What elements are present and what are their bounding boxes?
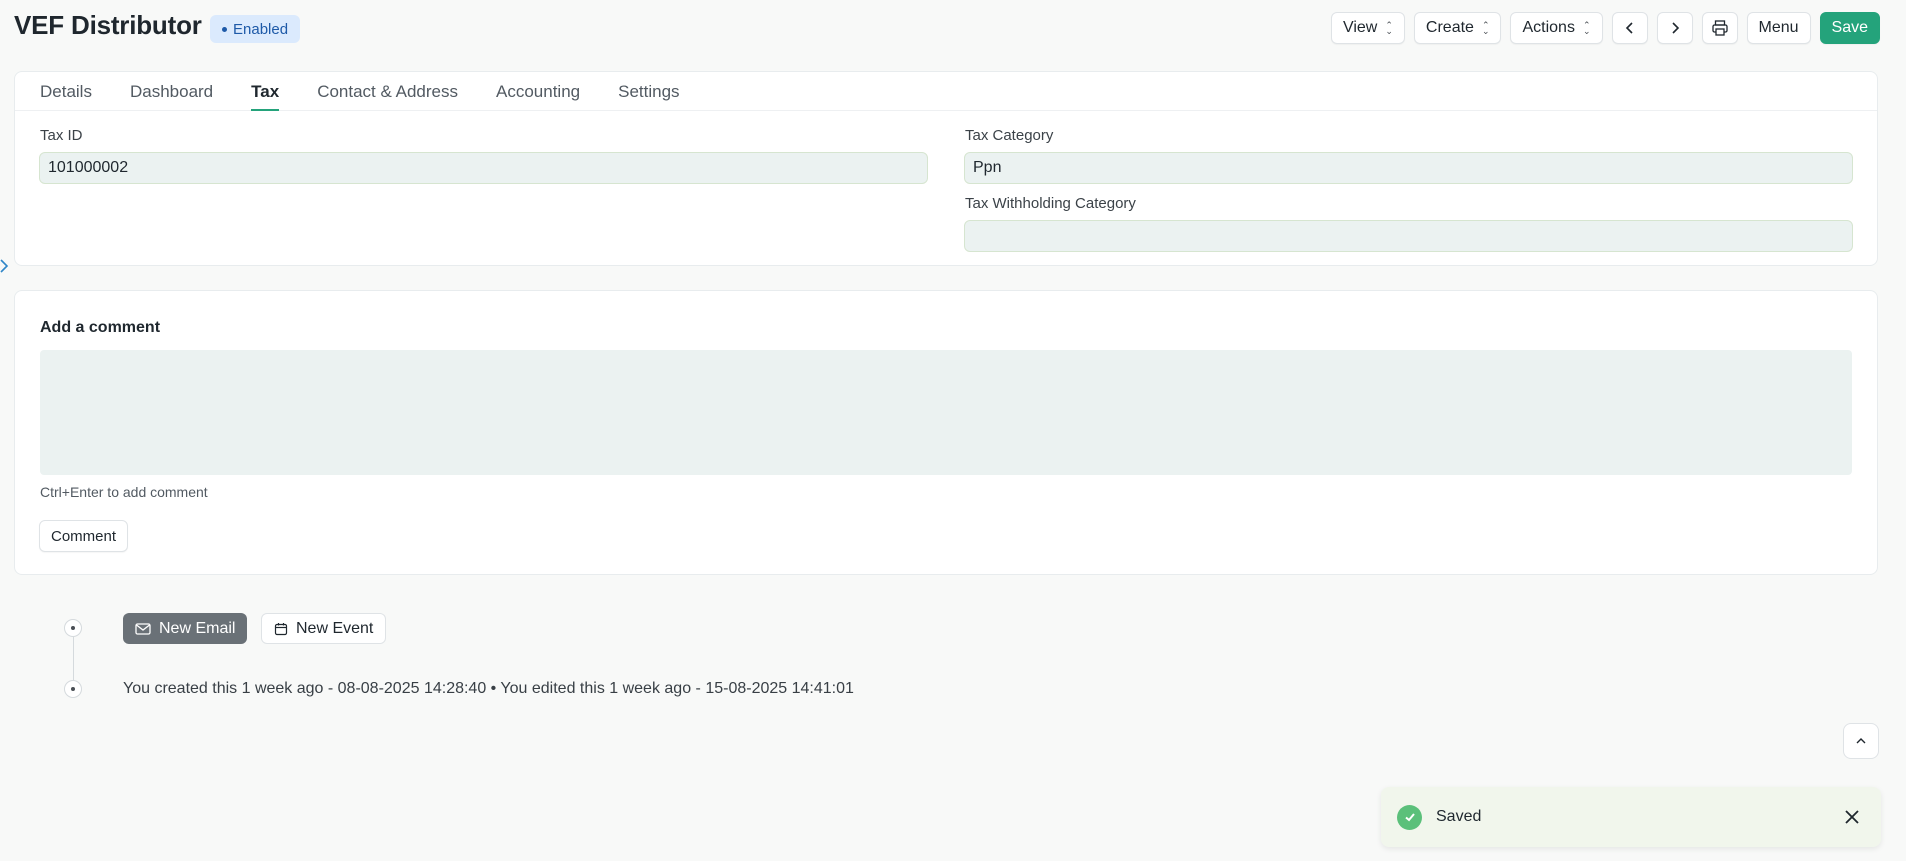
new-email-button[interactable]: New Email xyxy=(123,613,248,644)
calendar-icon xyxy=(274,622,288,635)
tab-settings[interactable]: Settings xyxy=(618,72,679,111)
new-event-label: New Event xyxy=(296,619,374,637)
toast-message: Saved xyxy=(1436,808,1482,825)
activity-log: You created this 1 week ago - 08-08-2025… xyxy=(123,680,854,697)
timeline-dot xyxy=(64,680,82,698)
status-badge: Enabled xyxy=(210,15,301,43)
tax-withholding-field[interactable] xyxy=(964,220,1853,252)
tab-bar: Details Dashboard Tax Contact & Address … xyxy=(15,72,1877,111)
create-button[interactable]: Create ⌃ ⌄ xyxy=(1413,12,1502,44)
toolbar: View ⌃ ⌄ Create ⌃ ⌄ Actions ⌃ ⌄ Menu Sav… xyxy=(1330,12,1880,44)
view-label: View xyxy=(1342,19,1378,36)
status-label: Enabled xyxy=(233,20,289,38)
scroll-to-top-button[interactable] xyxy=(1843,723,1879,759)
next-button[interactable] xyxy=(1656,12,1693,44)
create-label: Create xyxy=(1425,19,1474,36)
check-circle-icon xyxy=(1397,804,1422,830)
menu-button[interactable]: Menu xyxy=(1746,12,1811,44)
previous-button[interactable] xyxy=(1611,12,1648,44)
save-button[interactable]: Save xyxy=(1819,12,1880,44)
printer-icon xyxy=(1711,20,1728,36)
chevron-left-icon xyxy=(1625,22,1633,34)
new-event-button[interactable]: New Event xyxy=(261,613,387,644)
toast-notification: Saved xyxy=(1381,787,1881,847)
tax-category-field[interactable]: Ppn xyxy=(964,152,1853,184)
comment-title: Add a comment xyxy=(40,319,161,336)
comment-input[interactable] xyxy=(40,350,1852,475)
updown-icon: ⌃ ⌄ xyxy=(1385,20,1393,36)
actions-label: Actions xyxy=(1522,19,1575,36)
updown-icon: ⌃ ⌄ xyxy=(1481,20,1490,36)
view-button[interactable]: View ⌃ ⌄ xyxy=(1330,12,1405,44)
comment-hint: Ctrl+Enter to add comment xyxy=(40,484,208,500)
page: VEF Distributor Enabled View ⌃ ⌄ Create ⌃… xyxy=(0,0,1906,861)
save-label: Save xyxy=(1831,19,1868,36)
status-dot-icon xyxy=(222,26,227,32)
comment-button[interactable]: Comment xyxy=(39,520,129,552)
menu-label: Menu xyxy=(1758,19,1799,36)
timeline-dot xyxy=(64,619,82,637)
tax-category-label: Tax Category xyxy=(965,127,1054,144)
tax-id-label: Tax ID xyxy=(40,127,83,144)
actions-button[interactable]: Actions ⌃ ⌄ xyxy=(1510,12,1603,44)
tab-contact-address[interactable]: Contact & Address xyxy=(317,72,458,111)
new-email-label: New Email xyxy=(159,619,236,637)
close-icon[interactable] xyxy=(1841,806,1863,828)
tab-accounting[interactable]: Accounting xyxy=(496,72,580,111)
tab-details[interactable]: Details xyxy=(40,72,92,111)
tab-tax[interactable]: Tax xyxy=(251,72,280,111)
tax-withholding-label: Tax Withholding Category xyxy=(965,195,1136,212)
page-title: VEF Distributor xyxy=(14,10,202,40)
form-card: Details Dashboard Tax Contact & Address … xyxy=(14,71,1878,266)
print-button[interactable] xyxy=(1701,12,1738,44)
sidebar-toggle-icon[interactable] xyxy=(0,256,12,276)
updown-icon: ⌃ ⌄ xyxy=(1582,20,1591,36)
chevron-right-icon xyxy=(1671,22,1679,34)
chevron-up-icon xyxy=(1856,738,1866,744)
comment-card: Add a comment Ctrl+Enter to add comment … xyxy=(14,290,1878,575)
tax-id-field[interactable]: 101000002 xyxy=(39,152,928,184)
mail-icon xyxy=(135,622,151,635)
tab-dashboard[interactable]: Dashboard xyxy=(130,72,213,111)
